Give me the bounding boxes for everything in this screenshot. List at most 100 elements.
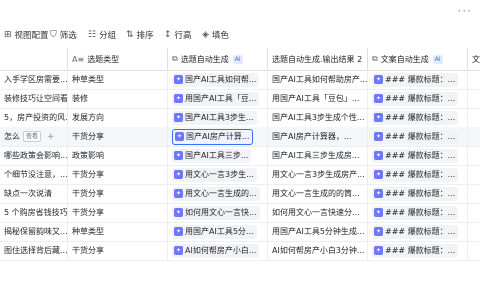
table-row[interactable]: 怎么 查看 + 干货分享 ✦ 国产AI房产计算... 国产AI房产计算器，... … — [0, 127, 480, 147]
table-row[interactable]: 哪些政策会影响... 政策影响 ✦ 国产AI工具三步... 国产AI工具三步生成… — [0, 146, 480, 166]
cell-topic-type[interactable]: 政策影响 — [68, 146, 168, 165]
ai-output-chip[interactable]: ✦ 用国产AI工具「豆... — [172, 91, 260, 106]
cell-extra[interactable] — [468, 222, 480, 241]
cell-topic-output[interactable]: 用文心一言3步生成房产... — [268, 165, 368, 184]
add-icon[interactable]: + — [47, 132, 55, 142]
cell-copy-gen[interactable]: ✦ ### 爆款标题：... — [368, 222, 468, 241]
fill-color-button[interactable]: ◈ 填色 — [202, 28, 229, 42]
cell-title[interactable]: 5 个购房省钱技巧 — [0, 203, 68, 222]
cell-topic-type[interactable]: 干货分享 — [68, 165, 168, 184]
table-row[interactable]: 入手学区房需要... 种草类型 ✦ 国产AI工具如何帮... 国产AI工具如何帮… — [0, 70, 480, 90]
ai-output-chip[interactable]: ✦ ### 爆款标题：... — [372, 148, 459, 163]
cell-topic-gen[interactable]: ✦ 国产AI工具3步生... — [168, 108, 268, 127]
filter-button[interactable]: ⛉ 筛选 — [50, 28, 77, 42]
row-height-button[interactable]: ↕ 行高 — [164, 28, 192, 42]
cell-topic-gen[interactable]: ✦ 用文心一言生成的... — [168, 184, 268, 203]
cell-topic-gen[interactable]: ✦ 用文心一言3步生... — [168, 165, 268, 184]
view-config-button[interactable]: ⊞ 视图配置 — [4, 28, 49, 42]
open-record-button[interactable]: 查看 — [23, 131, 42, 142]
group-button[interactable]: ☷ 分组 — [88, 28, 116, 42]
cell-copy-gen[interactable]: ✦ ### 爆款标题：... — [368, 70, 468, 89]
column-header-0[interactable] — [0, 48, 68, 70]
ai-output-chip[interactable]: ✦ ### 爆款标题：... — [372, 91, 459, 106]
ai-output-chip[interactable]: ✦ ### 爆款标题：... — [372, 186, 459, 201]
cell-extra[interactable] — [468, 165, 480, 184]
ai-output-chip[interactable]: ✦ AI如何帮房产小白... — [172, 243, 260, 258]
cell-title[interactable]: 缺点一次说清 — [0, 184, 68, 203]
cell-topic-type[interactable]: 干货分享 — [68, 203, 168, 222]
cell-topic-type[interactable]: 种草类型 — [68, 70, 168, 89]
cell-copy-gen[interactable]: ✦ ### 爆款标题：... — [368, 203, 468, 222]
cell-topic-gen[interactable]: ✦ 如何用文心一言快... — [168, 203, 268, 222]
cell-topic-output[interactable]: 国产AI工具3步生成个性... — [268, 108, 368, 127]
cell-topic-type[interactable]: 发展方向 — [68, 108, 168, 127]
cell-title[interactable]: 入手学区房需要... — [0, 70, 68, 89]
ai-output-chip[interactable]: ✦ ### 爆款标题：... — [372, 205, 459, 220]
cell-copy-gen[interactable]: ✦ ### 爆款标题：... — [368, 146, 468, 165]
cell-title[interactable]: 5，房产投资的风... — [0, 108, 68, 127]
cell-extra[interactable] — [468, 70, 480, 89]
ai-output-chip[interactable]: ✦ ### 爆款标题：... — [372, 129, 459, 144]
column-header-topic-gen[interactable]: ⧉ 选题自动生成 AI — [168, 48, 268, 70]
cell-title[interactable]: 图住选择背后藏... — [0, 241, 68, 260]
cell-extra[interactable] — [468, 203, 480, 222]
cell-topic-gen[interactable]: ✦ AI如何帮房产小白... — [168, 241, 268, 260]
cell-topic-gen[interactable]: ✦ 用国产AI工具「豆... — [168, 89, 268, 108]
cell-topic-output[interactable]: 用国产AI工具5分钟生成... — [268, 222, 368, 241]
cell-copy-gen[interactable]: ✦ ### 爆款标题：... — [368, 89, 468, 108]
cell-topic-type[interactable]: 干货分享 — [68, 184, 168, 203]
cell-topic-type[interactable]: 干货分享 — [68, 241, 168, 260]
ai-output-chip[interactable]: ✦ ### 爆款标题：... — [372, 224, 459, 239]
ai-output-chip[interactable]: ✦ 如何用文心一言快... — [172, 205, 260, 220]
cell-copy-gen[interactable]: ✦ ### 爆款标题：... — [368, 127, 468, 146]
cell-extra[interactable] — [468, 108, 480, 127]
column-header-extra[interactable]: 文 — [468, 48, 480, 70]
cell-extra[interactable] — [468, 146, 480, 165]
table-row[interactable]: 个细节没注意，... 干货分享 ✦ 用文心一言3步生... 用文心一言3步生成房… — [0, 165, 480, 185]
cell-topic-type[interactable]: 装修 — [68, 89, 168, 108]
cell-topic-gen[interactable]: ✦ 国产AI房产计算... — [168, 127, 268, 146]
cell-extra[interactable] — [468, 184, 480, 203]
table-row[interactable]: 揭秘保留韵味又... 种草类型 ✦ 用国产AI工具5分... 用国产AI工具5分… — [0, 222, 480, 242]
cell-topic-gen[interactable]: ✦ 用国产AI工具5分... — [168, 222, 268, 241]
cell-title[interactable]: 个细节没注意，... — [0, 165, 68, 184]
ai-output-chip[interactable]: ✦ 用国产AI工具5分... — [172, 224, 257, 239]
cell-extra[interactable] — [468, 241, 480, 260]
more-options-icon[interactable]: ··· — [458, 4, 472, 18]
cell-topic-output[interactable]: 国产AI工具三步生成房... — [268, 146, 368, 165]
cell-copy-gen[interactable]: ✦ ### 爆款标题：... — [368, 165, 468, 184]
cell-copy-gen[interactable]: ✦ ### 爆款标题：... — [368, 108, 468, 127]
cell-topic-output[interactable]: 如何用文心一言快速分... — [268, 203, 368, 222]
cell-topic-output[interactable]: AI如何帮房产小白3分钟... — [268, 241, 368, 260]
cell-topic-output[interactable]: 用国产AI工具「豆包」... — [268, 89, 368, 108]
cell-copy-gen[interactable]: ✦ ### 爆款标题：... — [368, 184, 468, 203]
ai-output-chip[interactable]: ✦ ### 爆款标题：... — [372, 72, 459, 87]
cell-title[interactable]: 怎么 查看 + — [0, 127, 68, 146]
sort-button[interactable]: ⇅ 排序 — [126, 28, 154, 42]
column-header-copy-gen[interactable]: ⧉ 文案自动生成 AI — [368, 48, 468, 70]
table-row[interactable]: 5，房产投资的风... 发展方向 ✦ 国产AI工具3步生... 国产AI工具3步… — [0, 108, 480, 128]
ai-output-chip[interactable]: ✦ ### 爆款标题：... — [372, 167, 459, 182]
table-row[interactable]: 5 个购房省钱技巧 干货分享 ✦ 如何用文心一言快... 如何用文心一言快速分.… — [0, 203, 480, 223]
ai-output-chip[interactable]: ✦ 用文心一言3步生... — [172, 167, 257, 182]
ai-output-chip[interactable]: ✦ ### 爆款标题：... — [372, 110, 459, 125]
ai-output-chip[interactable]: ✦ 国产AI工具3步生... — [172, 110, 257, 125]
ai-output-chip[interactable]: ✦ 国产AI工具三步... — [172, 148, 252, 163]
cell-topic-output[interactable]: 国产AI房产计算器，... — [268, 127, 368, 146]
ai-output-chip[interactable]: ✦ 国产AI工具如何帮... — [172, 72, 260, 87]
cell-topic-type[interactable]: 种草类型 — [68, 222, 168, 241]
cell-title[interactable]: 装修技巧让空间看... — [0, 89, 68, 108]
ai-output-chip[interactable]: ✦ 用文心一言生成的... — [172, 186, 260, 201]
cell-topic-type[interactable]: 干货分享 — [68, 127, 168, 146]
table-row[interactable]: 图住选择背后藏... 干货分享 ✦ AI如何帮房产小白... AI如何帮房产小白… — [0, 241, 480, 261]
table-row[interactable]: 缺点一次说清 干货分享 ✦ 用文心一言生成的... 用文心一言生成的的筒... … — [0, 184, 480, 204]
cell-title[interactable]: 揭秘保留韵味又... — [0, 222, 68, 241]
ai-output-chip[interactable]: ✦ ### 爆款标题：... — [372, 243, 459, 258]
cell-title[interactable]: 哪些政策会影响... — [0, 146, 68, 165]
cell-extra[interactable] — [468, 127, 480, 146]
column-header-topic-type[interactable]: A≡ 选题类型 — [68, 48, 168, 70]
cell-extra[interactable] — [468, 89, 480, 108]
cell-copy-gen[interactable]: ✦ ### 爆款标题：... — [368, 241, 468, 260]
ai-output-chip[interactable]: ✦ 国产AI房产计算... — [172, 128, 254, 145]
cell-topic-output[interactable]: 国产AI工具如何帮助房产... — [268, 70, 368, 89]
